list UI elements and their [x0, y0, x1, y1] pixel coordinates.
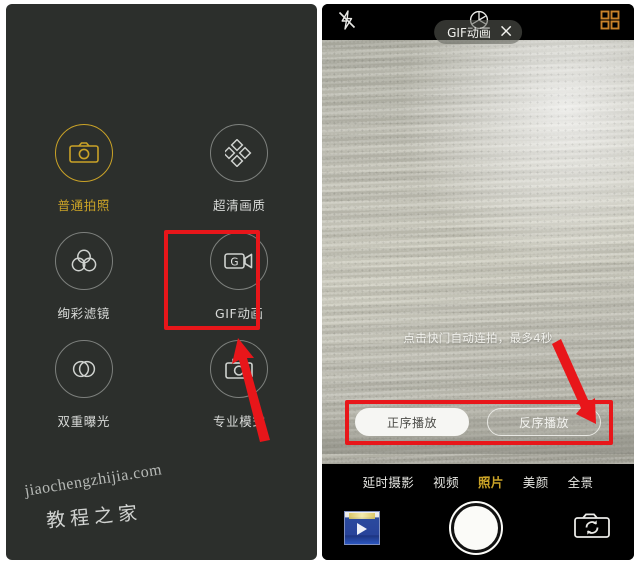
svg-text:G: G: [231, 257, 239, 269]
mode-row: 普通拍照 超清画质: [6, 124, 317, 232]
capture-hint-text: 点击快门自动连拍，最多4秒: [403, 331, 553, 345]
switch-camera-icon[interactable]: [572, 510, 612, 547]
viewfinder-preview[interactable]: [322, 40, 634, 464]
watermark-url: jiaochengzhijia.com: [23, 461, 164, 500]
mode-row: 双重曝光 专业模式: [6, 340, 317, 448]
camera-capture-panel: GIF动画 点击快门自动连拍，最多4秒 正序播放 反序播放 延时摄影 视频 照片…: [322, 4, 634, 560]
close-x-icon[interactable]: [500, 25, 512, 40]
mode-label: GIF动画: [214, 306, 264, 321]
gallery-thumbnail[interactable]: [344, 511, 380, 545]
three-circles-filter-icon[interactable]: [54, 232, 113, 290]
gif-pill-label: GIF动画: [447, 25, 491, 40]
tab-timelapse[interactable]: 延时摄影: [363, 472, 415, 491]
tab-panorama[interactable]: 全景: [568, 472, 594, 491]
mode-grid: 普通拍照 超清画质 绚彩滤镜 G GIF动画 双重曝光 专业模式: [6, 124, 317, 448]
reverse-play-button[interactable]: 反序播放: [487, 408, 601, 436]
mode-item-pro-mode[interactable]: 专业模式: [162, 340, 318, 448]
mode-label: 专业模式: [213, 414, 266, 429]
play-order-buttons: 正序播放 反序播放: [322, 408, 634, 436]
mode-item-normal-photo[interactable]: 普通拍照: [6, 124, 162, 232]
camera-icon[interactable]: [54, 124, 113, 182]
mode-item-ultra-clear[interactable]: 超清画质: [162, 124, 318, 232]
viewfinder-texture: [322, 40, 634, 464]
screenshot-root: 普通拍照 超清画质 绚彩滤镜 G GIF动画 双重曝光 专业模式 jiaoche…: [0, 0, 640, 564]
four-diamonds-icon[interactable]: [210, 124, 269, 182]
double-exposure-icon[interactable]: [54, 340, 113, 398]
camera-bottom-bar: [322, 496, 634, 560]
thumbnail-highlight: [349, 513, 375, 519]
mode-label: 绚彩滤镜: [57, 306, 110, 321]
grid-squares-icon[interactable]: [600, 10, 620, 35]
gif-video-camera-icon[interactable]: G: [210, 232, 269, 290]
mode-item-color-filter[interactable]: 绚彩滤镜: [6, 232, 162, 340]
mode-label: 超清画质: [213, 198, 266, 213]
mode-label: 普通拍照: [57, 198, 110, 213]
flash-off-icon[interactable]: [336, 9, 358, 36]
play-triangle-icon: [357, 523, 367, 535]
mode-item-double-exposure[interactable]: 双重曝光: [6, 340, 162, 448]
shutter-button[interactable]: [451, 503, 501, 553]
camera-mode-chooser-panel: 普通拍照 超清画质 绚彩滤镜 G GIF动画 双重曝光 专业模式 jiaoche…: [6, 4, 317, 560]
mode-label: 双重曝光: [57, 414, 110, 429]
tab-photo[interactable]: 照片: [478, 472, 504, 491]
camera-mode-tabs: 延时摄影 视频 照片 美颜 全景: [322, 466, 634, 496]
tab-video[interactable]: 视频: [433, 472, 459, 491]
mode-row: 绚彩滤镜 G GIF动画: [6, 232, 317, 340]
tab-beauty[interactable]: 美颜: [523, 472, 549, 491]
mode-item-gif-animation[interactable]: G GIF动画: [162, 232, 318, 340]
watermark-chinese: 教程之家: [45, 501, 143, 533]
forward-play-button[interactable]: 正序播放: [355, 408, 469, 436]
pro-camera-icon[interactable]: [210, 340, 269, 398]
gif-mode-pill[interactable]: GIF动画: [434, 20, 522, 44]
watermark: jiaochengzhijia.com 教程之家: [23, 461, 224, 542]
